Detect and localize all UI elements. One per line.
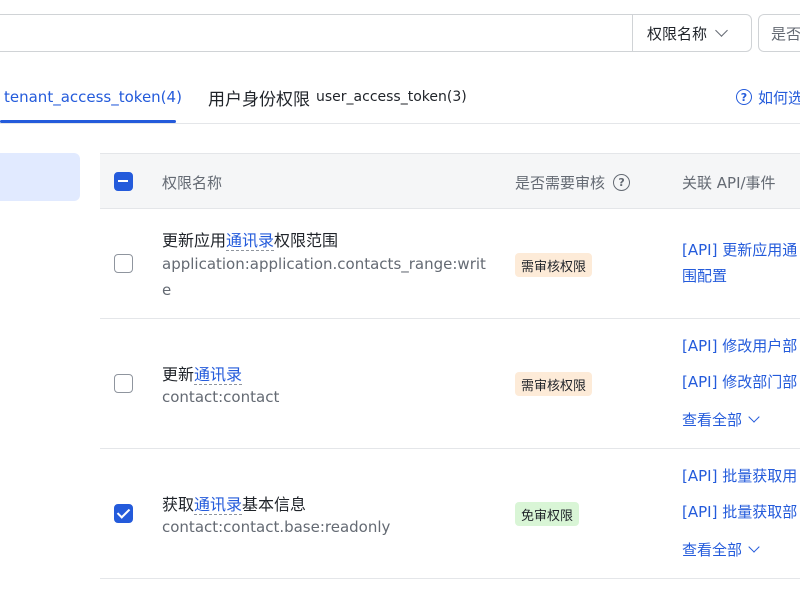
filter-select-label: 权限名称 <box>647 24 708 43</box>
view-all-label: 查看全部 <box>682 411 743 429</box>
permission-title-text: 权限范围 <box>274 231 339 250</box>
api-link[interactable]: [API] 更新应用通 <box>682 237 797 263</box>
permission-table: 权限名称 是否需要审核 ? 关联 API/事件 更新应用通讯录权限范围 appl… <box>100 153 800 600</box>
permission-code: application:application.contacts_range:w… <box>162 255 486 299</box>
permission-title: 更新通讯录 <box>162 361 243 385</box>
column-header-name-label: 权限名称 <box>162 173 223 192</box>
contacts-term-link[interactable]: 通讯录 <box>226 231 275 251</box>
permission-title: 获取通讯录基本信息 <box>162 491 306 515</box>
api-link[interactable]: [API] 批量获取用 <box>682 463 797 489</box>
api-link[interactable]: 围配置 <box>682 263 727 289</box>
permission-title-text: 获取 <box>162 495 195 514</box>
help-link-label: 如何选 <box>758 88 800 107</box>
filter-select2-label: 是否 <box>771 24 800 43</box>
review-required-badge: 需审核权限 <box>515 253 593 277</box>
tab-tenant-access-token[interactable]: tenant_access_token(4) <box>4 70 182 124</box>
column-header-api: 关联 API/事件 <box>682 154 776 210</box>
column-header-name: 权限名称 <box>162 154 222 210</box>
permission-title: 更新应用通讯录权限范围 <box>162 227 338 251</box>
chevron-down-icon <box>748 541 760 553</box>
review-filter-dropdown[interactable]: 是否 <box>758 14 800 52</box>
api-link[interactable]: [API] 批量获取部 <box>682 499 797 525</box>
select-all-checkbox[interactable] <box>114 172 133 191</box>
contacts-term-link[interactable]: 通讯录 <box>194 495 243 515</box>
table-row <box>100 579 800 600</box>
permission-title-text: 更新 <box>162 365 195 384</box>
tab-user-label-en: user_access_token(3) <box>316 89 467 105</box>
table-row: 更新应用通讯录权限范围 application:application.cont… <box>100 209 800 319</box>
permission-page: 权限名称 是否 tenant_access_token(4) 用户身份权限 us… <box>0 0 800 600</box>
active-tab-indicator <box>0 120 176 123</box>
question-circle-icon[interactable]: ? <box>613 173 631 191</box>
permission-title-text: 基本信息 <box>242 495 307 514</box>
tab-tenant-label: tenant_access_token(4) <box>4 88 182 106</box>
review-required-badge: 需审核权限 <box>515 372 593 396</box>
token-tabs: tenant_access_token(4) 用户身份权限 user_acces… <box>0 70 800 124</box>
row-checkbox[interactable] <box>114 254 133 273</box>
view-all-button[interactable]: 查看全部 <box>682 409 760 430</box>
view-all-label: 查看全部 <box>682 541 743 559</box>
permission-title-text: 更新应用 <box>162 231 227 250</box>
how-to-choose-link[interactable]: ? 如何选 <box>736 70 800 124</box>
view-all-button[interactable]: 查看全部 <box>682 539 760 560</box>
api-link[interactable]: [API] 修改部门部 <box>682 369 797 395</box>
contacts-term-link[interactable]: 通讯录 <box>194 365 243 385</box>
table-row: 更新通讯录 contact:contact 需审核权限 [API] 修改用户部 … <box>100 319 800 449</box>
column-header-review-label: 是否需要审核 <box>515 173 606 192</box>
row-checkbox[interactable] <box>114 504 133 523</box>
chevron-down-icon <box>715 24 728 37</box>
permission-name-filter-dropdown[interactable]: 权限名称 <box>632 14 748 52</box>
permission-code: contact:contact.base:readonly <box>162 518 391 536</box>
tab-user-label-cn: 用户身份权限 <box>208 89 310 110</box>
column-header-api-label: 关联 API/事件 <box>682 173 776 192</box>
api-link[interactable]: [API] 修改用户部 <box>682 333 797 359</box>
table-row: 获取通讯录基本信息 contact:contact.base:readonly … <box>100 449 800 579</box>
no-review-badge: 免审权限 <box>515 502 580 526</box>
permission-code: contact:contact <box>162 388 280 406</box>
question-circle-icon: ? <box>736 89 752 105</box>
row-checkbox[interactable] <box>114 374 133 393</box>
tab-user-access-token[interactable]: 用户身份权限 user_access_token(3) <box>208 70 467 124</box>
sidebar-item-selected[interactable] <box>0 153 80 201</box>
chevron-down-icon <box>748 411 760 423</box>
column-header-review: 是否需要审核 ? <box>515 154 631 210</box>
table-header: 权限名称 是否需要审核 ? 关联 API/事件 <box>100 153 800 209</box>
